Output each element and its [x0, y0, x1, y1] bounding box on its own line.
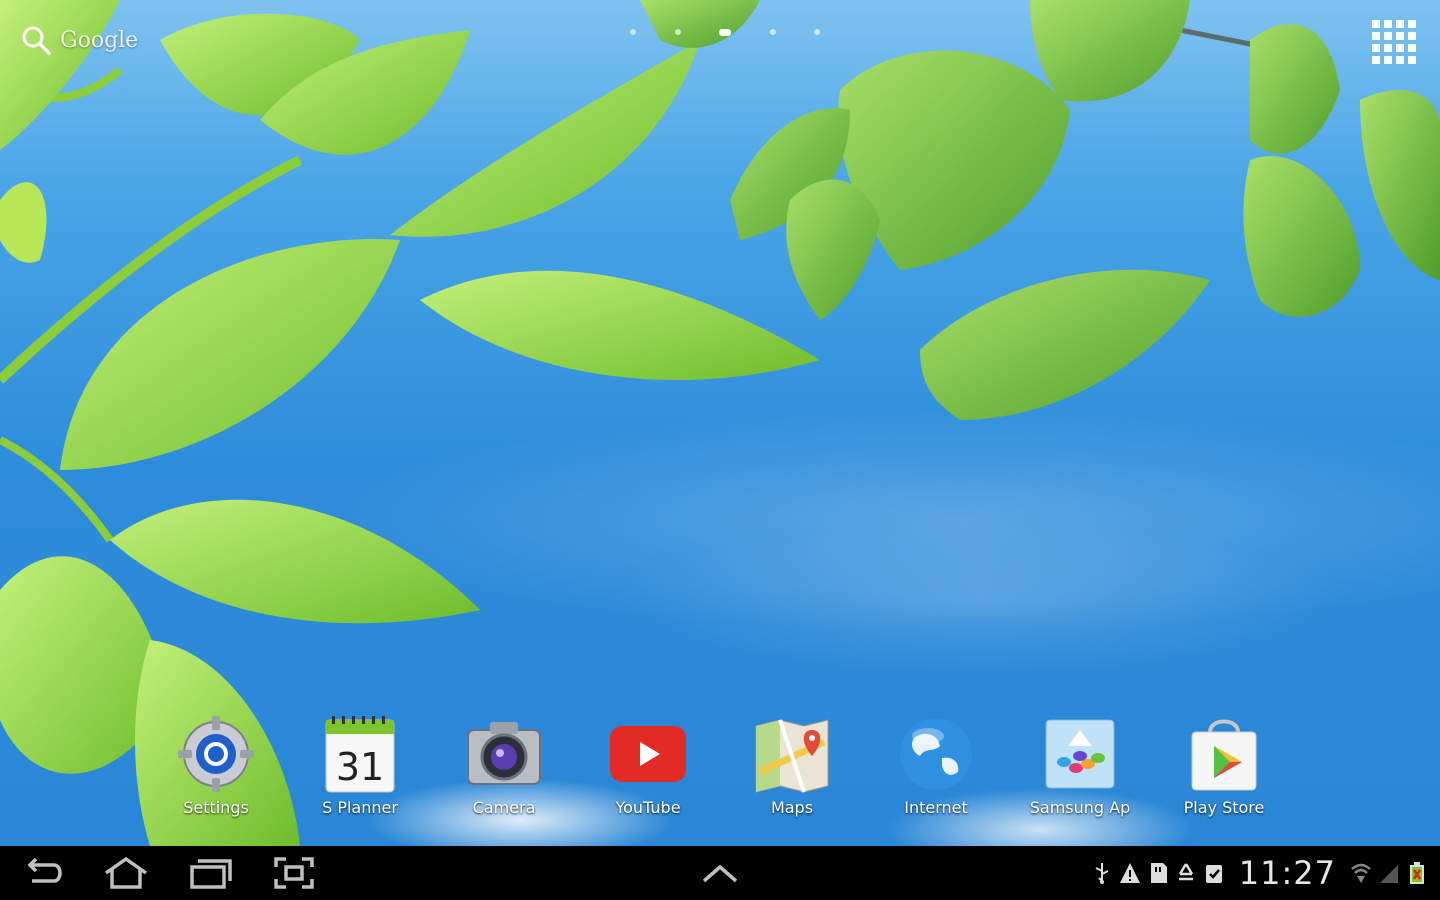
app-maps[interactable]: Maps: [720, 712, 864, 832]
camera-icon: [462, 712, 546, 796]
recycle-icon: [1178, 863, 1193, 881]
app-label: Internet: [904, 798, 968, 817]
chevron-up-icon: [702, 864, 738, 883]
page-dot-active: [719, 28, 731, 36]
back-icon: [27, 857, 62, 883]
apps-grid-icon[interactable]: [1372, 20, 1416, 64]
app-internet[interactable]: Internet: [864, 712, 1008, 832]
page-dot: [814, 29, 820, 35]
app-label: S Planner: [322, 798, 398, 817]
youtube-icon: [606, 712, 690, 796]
app-settings[interactable]: Settings: [144, 712, 288, 832]
search-icon: [22, 26, 51, 55]
signal-icon: [1380, 865, 1398, 883]
calendar-icon: 31: [318, 712, 402, 796]
page-indicator: [630, 24, 820, 40]
system-navigation-bar: 11:27: [0, 846, 1440, 900]
home-icon: [104, 856, 148, 889]
page-dot: [769, 29, 776, 35]
app-s-planner[interactable]: 31 S Planner: [288, 712, 432, 832]
maps-icon: [750, 712, 834, 796]
recent-apps-icon: [190, 859, 232, 889]
screenshot-button[interactable]: [266, 853, 322, 893]
play-store-icon: [1182, 712, 1266, 796]
settings-icon: [174, 712, 258, 796]
calendar-day: 31: [336, 745, 384, 789]
status-area[interactable]: 11:27: [1091, 846, 1428, 900]
status-clock: 11:27: [1238, 854, 1336, 892]
apps-drawer-toggle[interactable]: [692, 853, 748, 893]
samsung-apps-icon: [1038, 712, 1122, 796]
app-youtube[interactable]: YouTube: [576, 712, 720, 832]
dock: Settings 31 S Planner Camera YouTube Map…: [144, 712, 1296, 832]
battery-icon: [1410, 862, 1424, 884]
app-label: Play Store: [1183, 798, 1265, 817]
google-search-widget[interactable]: Google: [20, 24, 138, 56]
page-dot: [674, 29, 681, 35]
page-dot: [630, 29, 636, 35]
globe-icon: [894, 712, 978, 796]
search-label: Google: [60, 27, 139, 53]
screenshot-icon: [274, 857, 314, 889]
app-samsung-apps[interactable]: Samsung Ap: [1008, 712, 1152, 832]
home-button[interactable]: [98, 853, 154, 893]
app-camera[interactable]: Camera: [432, 712, 576, 832]
wifi-icon: [1351, 863, 1371, 883]
usb-icon: [1095, 863, 1109, 884]
clipboard-check-icon: [1205, 865, 1222, 883]
app-label: Maps: [770, 798, 814, 817]
sd-card-icon: [1150, 863, 1167, 883]
warning-icon: [1119, 863, 1140, 883]
recent-apps-button[interactable]: [182, 853, 238, 893]
app-label: Samsung Ap: [1029, 798, 1131, 817]
app-label: YouTube: [615, 798, 681, 817]
back-button[interactable]: [16, 853, 72, 893]
app-play-store[interactable]: Play Store: [1152, 712, 1296, 832]
app-label: Camera: [472, 798, 536, 817]
app-label: Settings: [183, 798, 249, 817]
